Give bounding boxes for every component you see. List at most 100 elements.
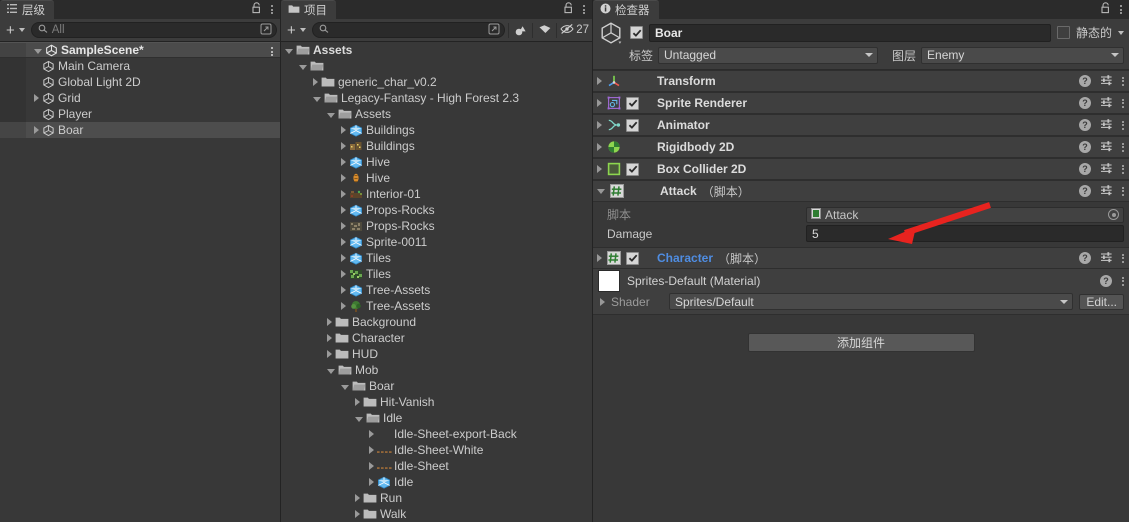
chevron-collapsed-icon[interactable] (34, 94, 39, 102)
kebab-menu-icon[interactable] (1122, 186, 1124, 196)
chevron-collapsed-icon[interactable] (597, 143, 602, 151)
chevron-collapsed-icon[interactable] (369, 430, 374, 438)
filter-by-label-icon[interactable] (536, 22, 553, 38)
tag-dropdown[interactable]: Untagged (658, 46, 879, 64)
hierarchy-item-player[interactable]: Player (0, 106, 280, 122)
kebab-menu-icon[interactable] (1122, 98, 1124, 108)
component-enabled-checkbox[interactable] (626, 162, 639, 176)
help-icon[interactable]: ? (1100, 275, 1112, 287)
chevron-collapsed-icon[interactable] (341, 190, 346, 198)
chevron-expanded-icon[interactable] (313, 96, 321, 102)
chevron-collapsed-icon[interactable] (597, 99, 602, 107)
help-icon[interactable]: ? (1079, 163, 1091, 175)
lock-icon[interactable] (251, 2, 262, 17)
project-item-hive[interactable]: Hive (281, 170, 592, 186)
gameobject-name-input[interactable]: Boar (649, 23, 1051, 42)
tab-project[interactable]: 项目 (281, 0, 336, 19)
project-item-interior-01[interactable]: Interior-01 (281, 186, 592, 202)
hierarchy-item-main-camera[interactable]: Main Camera (0, 58, 280, 74)
hierarchy-item-boar[interactable]: Boar (0, 122, 280, 138)
create-gameobject-button[interactable]: + (3, 22, 28, 39)
chevron-collapsed-icon[interactable] (313, 78, 318, 86)
lock-icon[interactable] (563, 2, 574, 17)
project-item-boar[interactable]: Boar (281, 378, 592, 394)
chevron-collapsed-icon[interactable] (34, 126, 39, 134)
preset-icon[interactable] (1100, 74, 1113, 89)
chevron-collapsed-icon[interactable] (341, 238, 346, 246)
shader-dropdown[interactable]: Sprites/Default (669, 293, 1074, 310)
project-item-run[interactable]: Run (281, 490, 592, 506)
project-item-idle-sheet-white[interactable]: Idle-Sheet-White (281, 442, 592, 458)
help-icon[interactable]: ? (1079, 185, 1091, 197)
hierarchy-tree[interactable]: SampleScene* Main Camera Global Light 2D G… (0, 42, 280, 522)
component-enabled-checkbox[interactable] (626, 118, 639, 132)
help-icon[interactable]: ? (1079, 252, 1091, 264)
chevron-expanded-icon[interactable] (355, 416, 363, 422)
project-item-tiles[interactable]: Tiles (281, 250, 592, 266)
project-tree[interactable]: Assets generic_char_v0.2 Legacy-Fantasy - … (281, 42, 592, 522)
component-enabled-checkbox[interactable] (626, 251, 639, 265)
create-asset-button[interactable]: + (284, 22, 309, 39)
project-search-input[interactable] (311, 22, 506, 38)
object-picker-icon[interactable] (1108, 209, 1119, 220)
chevron-collapsed-icon[interactable] (597, 77, 602, 85)
project-item-character[interactable]: Character (281, 330, 592, 346)
chevron-collapsed-icon[interactable] (341, 158, 346, 166)
chevron-expanded-icon[interactable] (327, 112, 335, 118)
lock-icon[interactable] (1100, 2, 1111, 17)
project-item-idle[interactable]: Idle (281, 410, 592, 426)
gameobject-enabled-checkbox[interactable] (630, 26, 643, 39)
project-item-background[interactable]: Background (281, 314, 592, 330)
scene-kebab-menu-icon[interactable] (271, 47, 273, 56)
hierarchy-item-global-light-2d[interactable]: Global Light 2D (0, 74, 280, 90)
chevron-collapsed-icon[interactable] (327, 350, 332, 358)
kebab-menu-icon[interactable] (1122, 253, 1124, 263)
project-item-blank[interactable] (281, 58, 592, 74)
kebab-menu-icon[interactable] (1122, 76, 1124, 86)
tab-inspector[interactable]: 检查器 (593, 0, 659, 19)
hierarchy-scene-row[interactable]: SampleScene* (0, 42, 280, 58)
project-item-idle-sheet-export-back[interactable]: Idle-Sheet-export-Back (281, 426, 592, 442)
project-item-hit-vanish[interactable]: Hit-Vanish (281, 394, 592, 410)
static-dropdown-chevron-icon[interactable] (1118, 30, 1124, 35)
chevron-collapsed-icon[interactable] (341, 126, 346, 134)
project-item-generic-char-v0-2[interactable]: generic_char_v0.2 (281, 74, 592, 90)
kebab-menu-icon[interactable] (271, 5, 273, 14)
chevron-collapsed-icon[interactable] (355, 398, 360, 406)
preset-icon[interactable] (1100, 162, 1113, 177)
component-enabled-checkbox[interactable] (626, 96, 639, 110)
project-item-idle[interactable]: Idle (281, 474, 592, 490)
kebab-menu-icon[interactable] (1122, 276, 1124, 286)
chevron-expanded-icon[interactable] (299, 64, 307, 70)
chevron-expanded-icon[interactable] (597, 188, 605, 194)
edit-shader-button[interactable]: Edit... (1079, 293, 1124, 310)
project-item-sprite-0011[interactable]: Sprite-0011 (281, 234, 592, 250)
component-header-animator[interactable]: Animator? (593, 114, 1129, 136)
project-item-buildings[interactable]: Buildings (281, 138, 592, 154)
preset-icon[interactable] (1100, 251, 1113, 266)
hierarchy-item-grid[interactable]: Grid (0, 90, 280, 106)
help-icon[interactable]: ? (1079, 97, 1091, 109)
chevron-collapsed-icon[interactable] (327, 318, 332, 326)
chevron-expanded-icon[interactable] (34, 48, 42, 54)
chevron-collapsed-icon[interactable] (341, 222, 346, 230)
kebab-menu-icon[interactable] (1122, 142, 1124, 152)
chevron-collapsed-icon[interactable] (369, 446, 374, 454)
project-item-idle-sheet[interactable]: Idle-Sheet (281, 458, 592, 474)
help-icon[interactable]: ? (1079, 119, 1091, 131)
component-header-character[interactable]: Character （脚本） ? (593, 247, 1129, 269)
chevron-collapsed-icon[interactable] (355, 510, 360, 518)
project-item-assets[interactable]: Assets (281, 42, 592, 58)
kebab-menu-icon[interactable] (583, 5, 585, 14)
layer-dropdown[interactable]: Enemy (921, 46, 1124, 64)
preset-icon[interactable] (1100, 140, 1113, 155)
chevron-collapsed-icon[interactable] (341, 254, 346, 262)
component-header-rigidbody-2d[interactable]: Rigidbody 2D? (593, 136, 1129, 158)
chevron-collapsed-icon[interactable] (597, 254, 602, 262)
kebab-menu-icon[interactable] (1122, 120, 1124, 130)
preset-icon[interactable] (1100, 118, 1113, 133)
project-item-props-rocks[interactable]: Props-Rocks (281, 218, 592, 234)
project-item-legacy-fantasy-high-forest-2-3[interactable]: Legacy-Fantasy - High Forest 2.3 (281, 90, 592, 106)
component-header-box-collider-2d[interactable]: Box Collider 2D? (593, 158, 1129, 180)
project-item-hud[interactable]: HUD (281, 346, 592, 362)
